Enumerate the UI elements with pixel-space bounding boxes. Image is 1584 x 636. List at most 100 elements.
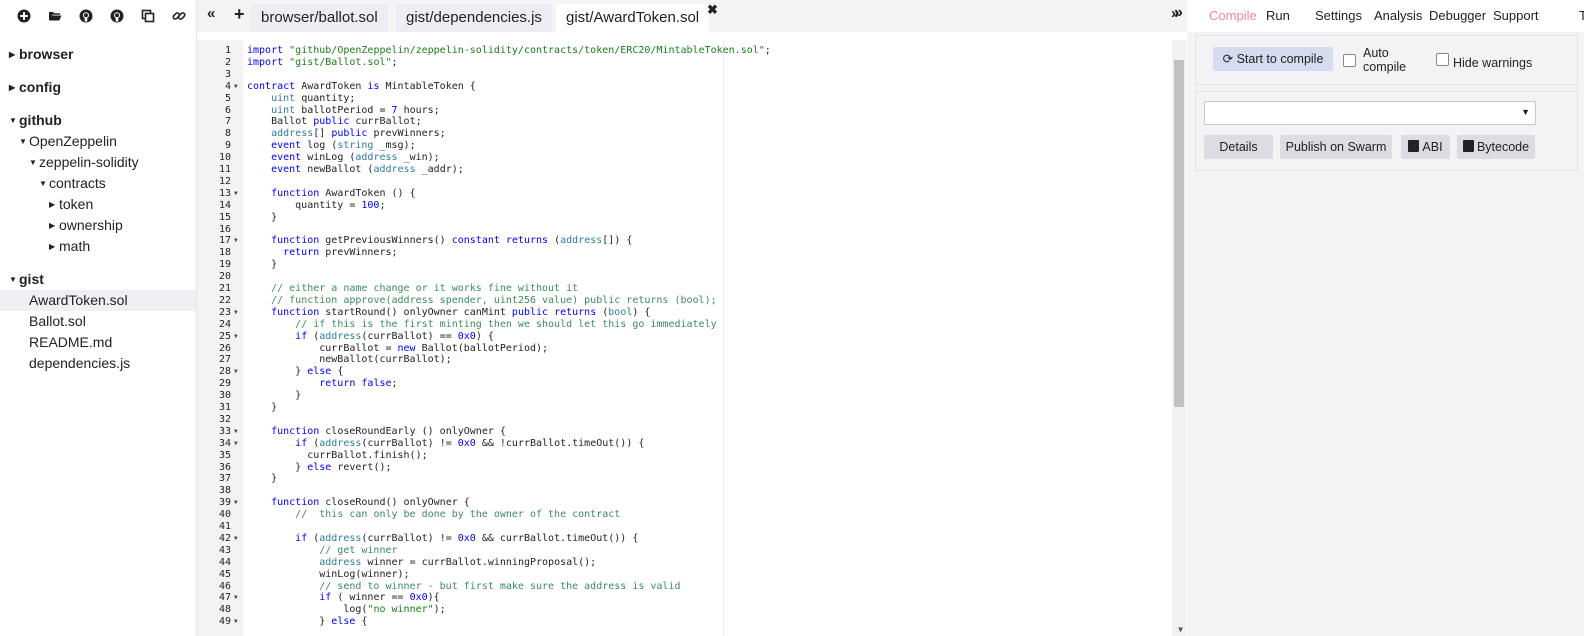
tree-root-config[interactable]: ▶ config	[0, 77, 196, 98]
details-button[interactable]: Details	[1204, 135, 1273, 159]
tab-debugger[interactable]: Debugger	[1429, 0, 1486, 32]
line-number: 35	[218, 449, 231, 461]
tree-folder-math[interactable]: ▶ math	[0, 236, 196, 257]
abi-button[interactable]: ABI	[1401, 135, 1450, 159]
fold-toggle-icon[interactable]: ▼	[234, 533, 238, 545]
line-number: 31	[218, 402, 231, 413]
line-number: 5	[224, 92, 231, 104]
fold-toggle-icon[interactable]: ▼	[234, 592, 238, 604]
file-tree: ▶ browser ▶ config ▼ github ▼ OpenZeppelin ▼…	[0, 44, 196, 374]
open-folder-icon[interactable]	[39, 0, 70, 32]
fold-toggle-icon[interactable]: ▼	[234, 497, 238, 509]
tree-root-gist[interactable]: ▼ gist	[0, 269, 196, 290]
caret-right-icon: ▶	[9, 82, 16, 92]
start-compile-label: Start to compile	[1236, 52, 1324, 66]
start-compile-button[interactable]: ⟳ Start to compile	[1213, 47, 1333, 71]
caret-right-icon: ▶	[9, 49, 16, 59]
code-editor[interactable]: 1 2 3 4 ▼ 5 6 7 8 9 10 11 12 13 ▼ 14 15 16 17 ▼ 18 19 20 21 22 23…	[197, 40, 1186, 636]
close-tab-icon[interactable]: ✖	[707, 2, 718, 18]
editor-scrollbar[interactable]: ▼	[1172, 40, 1186, 636]
line-number: 3	[224, 68, 231, 80]
line-number: 15	[218, 211, 231, 223]
code-line: function startRound() onlyOwner canMint …	[271, 306, 651, 318]
fold-toggle-icon[interactable]: ▼	[234, 81, 238, 93]
collapse-right-panel-icon[interactable]: »	[1174, 0, 1183, 28]
line-number: 43	[218, 544, 231, 556]
code-line: log("no winner");	[247, 604, 446, 616]
contract-card: ▼ Details Publish on Swarm ABI Bytecode	[1195, 91, 1578, 171]
link-icon[interactable]	[163, 0, 194, 32]
github-icon[interactable]	[70, 0, 101, 32]
github-publish-icon[interactable]	[101, 0, 132, 32]
tab-support[interactable]: Support	[1493, 0, 1539, 32]
copy-icon[interactable]	[132, 0, 163, 32]
print-margin	[723, 40, 724, 636]
tree-root-browser[interactable]: ▶ browser	[0, 44, 196, 65]
scroll-down-arrow-icon[interactable]: ▼	[1178, 625, 1183, 634]
tree-folder-openzeppelin[interactable]: ▼ OpenZeppelin	[0, 131, 196, 152]
tab-gist-dependencies[interactable]: gist/dependencies.js	[396, 4, 552, 32]
tab-gist-awardtoken[interactable]: gist/AwardToken.sol	[556, 4, 710, 32]
fold-toggle-icon[interactable]: ▼	[234, 426, 238, 438]
collapse-left-icon[interactable]: «	[207, 0, 215, 30]
fold-toggle-icon[interactable]: ▼	[234, 307, 238, 319]
line-number: 13	[218, 187, 231, 199]
new-file-icon[interactable]	[8, 0, 39, 32]
code-line: // send to winner - but first make sure …	[319, 580, 681, 592]
code-line: }	[247, 473, 278, 485]
tree-label: dependencies.js	[29, 355, 131, 371]
compile-panel: ⟳ Start to compile Auto compile Hide war…	[1187, 32, 1584, 636]
caret-down-icon: ▼	[9, 274, 17, 284]
tree-folder-contracts[interactable]: ▼ contracts	[0, 173, 196, 194]
code-line: winLog(winner);	[247, 568, 410, 580]
tab-analysis[interactable]: Analysis	[1374, 0, 1422, 32]
code-line: contract AwardToken is MintableToken {	[247, 80, 476, 92]
line-number: 4	[224, 80, 231, 92]
code-line: newBallot(currBallot);	[247, 354, 452, 366]
fold-toggle-icon[interactable]: ▼	[234, 438, 238, 450]
line-number: 49	[218, 616, 231, 628]
tree-folder-token[interactable]: ▶ token	[0, 194, 196, 215]
code-line: // if this is the first minting then we …	[295, 318, 717, 330]
tree-root-github[interactable]: ▼ github	[0, 110, 196, 131]
tree-file-dependencies[interactable]: dependencies.js	[0, 353, 196, 374]
tree-file-awardtoken[interactable]: AwardToken.sol	[0, 290, 196, 311]
line-number: 34	[218, 437, 231, 449]
add-tab-icon[interactable]: +	[234, 0, 245, 30]
tree-file-ballot[interactable]: Ballot.sol	[0, 311, 196, 332]
line-number: 41	[218, 521, 231, 532]
caret-right-icon: ▶	[49, 199, 56, 209]
tree-file-readme[interactable]: README.md	[0, 332, 196, 353]
line-number: 17	[218, 235, 231, 247]
tab-compile[interactable]: Compile	[1209, 0, 1257, 32]
line-number: 22	[218, 294, 231, 306]
publish-swarm-button[interactable]: Publish on Swarm	[1280, 135, 1392, 159]
tab-settings[interactable]: Settings	[1315, 0, 1362, 32]
bytecode-button[interactable]: Bytecode	[1457, 135, 1535, 159]
hide-warnings-label: Hide warnings	[1453, 56, 1533, 70]
tab-browser-ballot[interactable]: browser/ballot.sol	[251, 4, 388, 32]
bytecode-label: Bytecode	[1476, 140, 1530, 154]
fold-toggle-icon[interactable]: ▼	[234, 366, 238, 378]
tab-label: browser/ballot.sol	[261, 9, 378, 26]
tab-truncated[interactable]: T	[1579, 0, 1584, 32]
tree-folder-ownership[interactable]: ▶ ownership	[0, 215, 196, 236]
hide-warnings-checkbox[interactable]	[1436, 53, 1449, 66]
auto-compile-checkbox[interactable]	[1343, 54, 1356, 67]
fold-toggle-icon[interactable]: ▼	[234, 616, 238, 628]
fold-toggle-icon[interactable]: ▼	[234, 331, 238, 343]
editor-tabs-bar: « + browser/ballot.sol gist/dependencies…	[197, 0, 1187, 32]
contract-select[interactable]: ▼	[1204, 101, 1536, 125]
right-panel-tabs: » Compile Run Settings Analysis Debugger…	[1174, 0, 1584, 32]
line-number: 18	[218, 247, 231, 259]
fold-toggle-icon[interactable]: ▼	[234, 235, 238, 247]
tree-folder-zeppelin-solidity[interactable]: ▼ zeppelin-solidity	[0, 152, 196, 173]
fold-toggle-icon[interactable]: ▼	[234, 188, 238, 200]
caret-down-icon: ▼	[39, 178, 47, 188]
scrollbar-thumb[interactable]	[1174, 60, 1184, 407]
caret-down-icon: ▼	[9, 115, 17, 125]
tab-run[interactable]: Run	[1266, 0, 1290, 32]
code-line: event log (string _msg);	[271, 140, 416, 152]
line-number: 30	[218, 390, 231, 402]
line-number: 12	[218, 175, 231, 187]
